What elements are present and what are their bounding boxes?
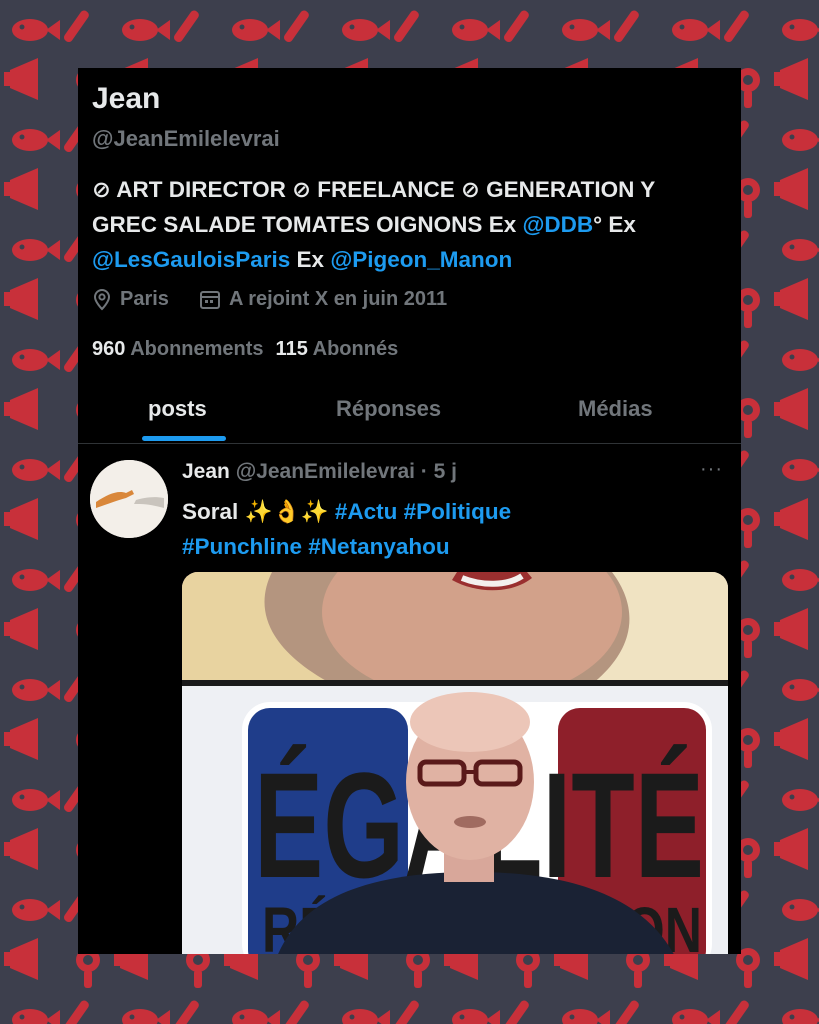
following-label: Abonnements <box>130 338 264 360</box>
bio-line1: ⊘ ART DIRECTOR ⊘ FREELANCE ⊘ GENERATION … <box>92 177 656 202</box>
following-link[interactable]: 960 Abonnements <box>92 338 264 360</box>
post-text-start: Soral <box>182 499 245 524</box>
profile-name: Jean <box>92 82 161 115</box>
bio-line3-mid: Ex <box>290 247 331 272</box>
bio-link-gaulois[interactable]: @LesGauloisParis <box>92 247 290 272</box>
calendar-icon <box>199 290 221 310</box>
hashtag-actu[interactable]: #Actu <box>335 499 398 524</box>
profile-handle: @JeanEmilelevrai <box>92 126 280 151</box>
profile-meta: Paris A rejoint X en juin 2011 <box>92 288 447 311</box>
hashtag-punchline[interactable]: #Punchline <box>182 534 302 559</box>
profile-joined-date: A rejoint X en juin 2011 <box>228 288 448 310</box>
bio-line2: GREC SALADE TOMATES OIGNONS Ex <box>92 212 523 237</box>
profile-counts: 960 Abonnements 115 Abonnés <box>92 338 398 361</box>
post-handle[interactable]: @JeanEmilelevrai <box>236 460 415 483</box>
hashtag-politique[interactable]: #Politique <box>404 499 512 524</box>
tab-media[interactable]: Médias <box>578 396 653 422</box>
followers-link[interactable]: 115 Abonnés <box>276 338 399 360</box>
sparkles-emoji-2: ✨ <box>300 499 329 524</box>
profile-bio: ⊘ ART DIRECTOR ⊘ FREELANCE ⊘ GENERATION … <box>92 172 732 277</box>
profile-screenshot-panel: Jean @JeanEmilelevrai ⊘ ART DIRECTOR ⊘ F… <box>78 68 741 954</box>
active-tab-indicator <box>142 436 226 441</box>
bio-link-ddb[interactable]: @DDB <box>522 212 593 237</box>
bio-link-pigeon[interactable]: @Pigeon_Manon <box>330 247 512 272</box>
tab-posts[interactable]: posts <box>148 396 207 422</box>
post-text: Soral ✨👌✨ #Actu #Politique #Punchline #N… <box>182 494 702 564</box>
post-author[interactable]: Jean <box>182 460 230 483</box>
following-count: 960 <box>92 338 126 360</box>
hashtag-netanyahou[interactable]: #Netanyahou <box>308 534 449 559</box>
profile-tabs: posts Réponses Médias <box>78 386 741 444</box>
post-dot: · <box>414 460 434 483</box>
avatar[interactable] <box>90 460 168 538</box>
location-pin-icon <box>92 288 112 311</box>
followers-label: Abonnés <box>312 338 399 360</box>
followers-count: 115 <box>275 338 308 360</box>
sparkles-emoji: ✨ <box>244 499 273 524</box>
post-item[interactable]: Jean @JeanEmilelevrai · 5 j ··· Soral ✨👌… <box>78 446 741 954</box>
ok-hand-emoji: 👌 <box>272 499 301 524</box>
post-media-image[interactable]: ÉGALITÉ RÉCONCILIATION <box>182 572 728 954</box>
post-header: Jean @JeanEmilelevrai · 5 j <box>182 460 457 484</box>
tab-replies[interactable]: Réponses <box>336 396 441 422</box>
bio-line2-suffix: ° Ex <box>593 212 636 237</box>
post-time[interactable]: 5 j <box>434 460 457 483</box>
more-options-icon[interactable]: ··· <box>700 458 723 481</box>
profile-location: Paris <box>120 288 169 310</box>
